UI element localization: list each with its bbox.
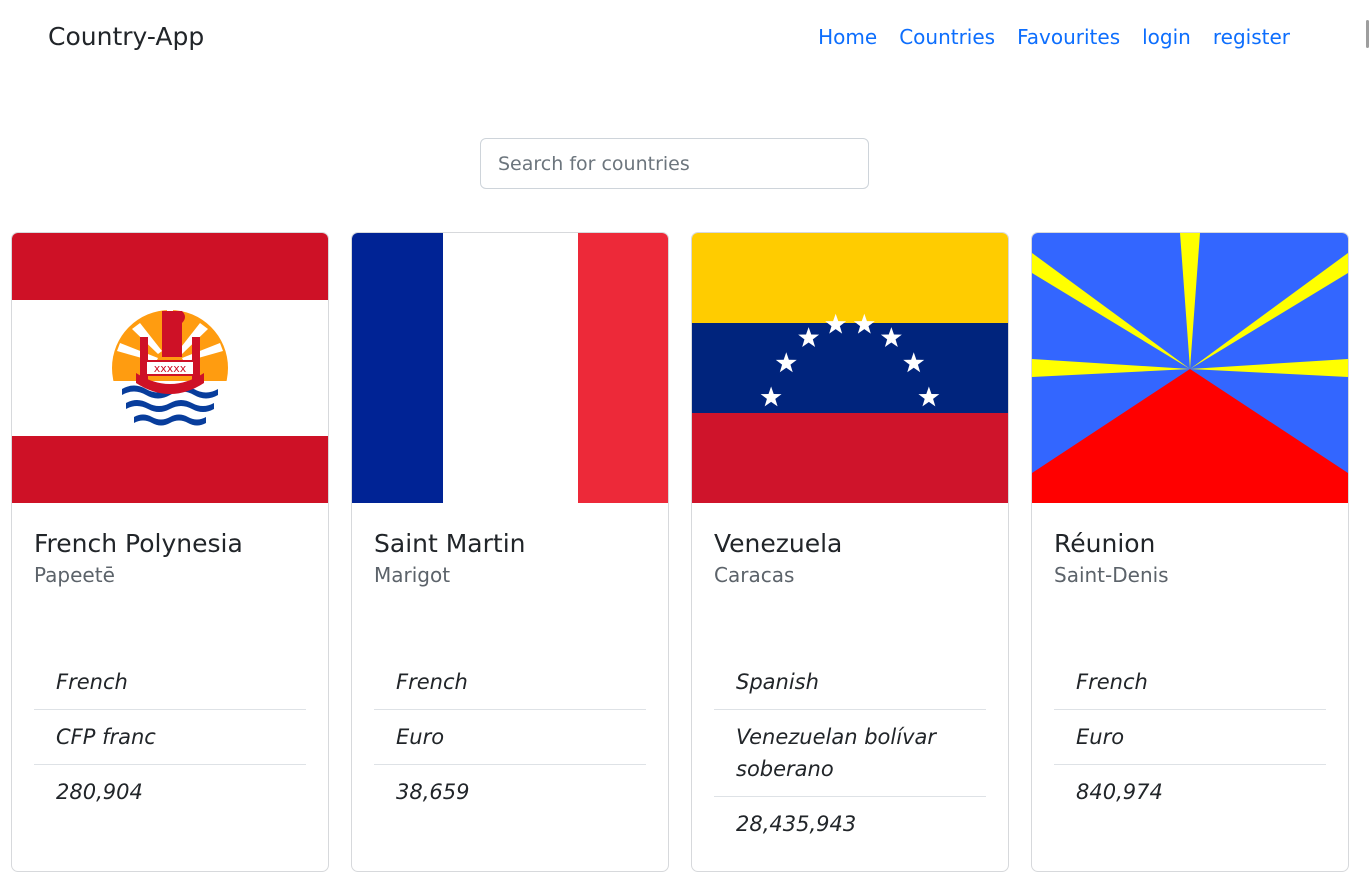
country-language: Spanish bbox=[714, 655, 986, 710]
card-body: French Polynesia Papeetē French CFP fran… bbox=[12, 503, 328, 819]
card-body: Réunion Saint-Denis French Euro 840,974 bbox=[1032, 503, 1348, 819]
country-name: French Polynesia bbox=[34, 529, 243, 558]
country-name: Réunion bbox=[1054, 529, 1156, 558]
brand-logo[interactable]: Country-App bbox=[48, 20, 204, 54]
country-currency: Venezuelan bolívar soberano bbox=[714, 710, 986, 797]
venezuela-flag bbox=[692, 233, 1008, 503]
country-language: French bbox=[34, 655, 306, 710]
nav-home-link[interactable]: Home bbox=[807, 22, 888, 52]
nav-register-link[interactable]: register bbox=[1202, 22, 1301, 52]
nav-favourites-link[interactable]: Favourites bbox=[1006, 22, 1131, 52]
country-card[interactable]: Venezuela Caracas Spanish Venezuelan bol… bbox=[691, 232, 1009, 872]
card-body: Venezuela Caracas Spanish Venezuelan bol… bbox=[692, 503, 1008, 851]
country-population: 28,435,943 bbox=[736, 812, 857, 836]
country-language: French bbox=[1054, 655, 1326, 710]
country-card[interactable]: xxxxx French Polynesia Papeetē French CF… bbox=[11, 232, 329, 872]
country-name: Saint Martin bbox=[374, 529, 526, 558]
country-capital: Papeetē bbox=[34, 563, 115, 587]
country-language: French bbox=[374, 655, 646, 710]
country-currency: CFP franc bbox=[34, 710, 306, 765]
country-currency: Euro bbox=[1054, 710, 1326, 765]
country-currency: Euro bbox=[374, 710, 646, 765]
country-capital: Saint-Denis bbox=[1054, 563, 1169, 587]
country-card[interactable]: Réunion Saint-Denis French Euro 840,974 bbox=[1031, 232, 1349, 872]
country-details: French CFP franc 280,904 bbox=[34, 655, 306, 819]
nav-links: Home Countries Favourites login register bbox=[807, 22, 1301, 52]
svg-text:xxxxx: xxxxx bbox=[154, 362, 187, 375]
country-card[interactable]: Saint Martin Marigot French Euro 38,659 bbox=[351, 232, 669, 872]
country-name: Venezuela bbox=[714, 529, 843, 558]
country-capital: Caracas bbox=[714, 563, 795, 587]
country-population: 38,659 bbox=[396, 780, 470, 804]
country-population: 280,904 bbox=[56, 780, 143, 804]
search-input[interactable] bbox=[480, 138, 869, 189]
nav-login-link[interactable]: login bbox=[1131, 22, 1202, 52]
navbar: Country-App Home Countries Favourites lo… bbox=[0, 0, 1369, 76]
country-capital: Marigot bbox=[374, 563, 451, 587]
french-polynesia-flag: xxxxx bbox=[12, 233, 328, 503]
country-details: Spanish Venezuelan bolívar soberano 28,4… bbox=[714, 655, 986, 851]
country-details: French Euro 840,974 bbox=[1054, 655, 1326, 819]
nav-countries-link[interactable]: Countries bbox=[888, 22, 1006, 52]
country-card-grid: xxxxx French Polynesia Papeetē French CF… bbox=[11, 232, 1349, 872]
saint-martin-flag bbox=[352, 233, 668, 503]
country-details: French Euro 38,659 bbox=[374, 655, 646, 819]
country-population: 840,974 bbox=[1076, 780, 1163, 804]
reunion-flag bbox=[1032, 233, 1348, 503]
card-body: Saint Martin Marigot French Euro 38,659 bbox=[352, 503, 668, 819]
